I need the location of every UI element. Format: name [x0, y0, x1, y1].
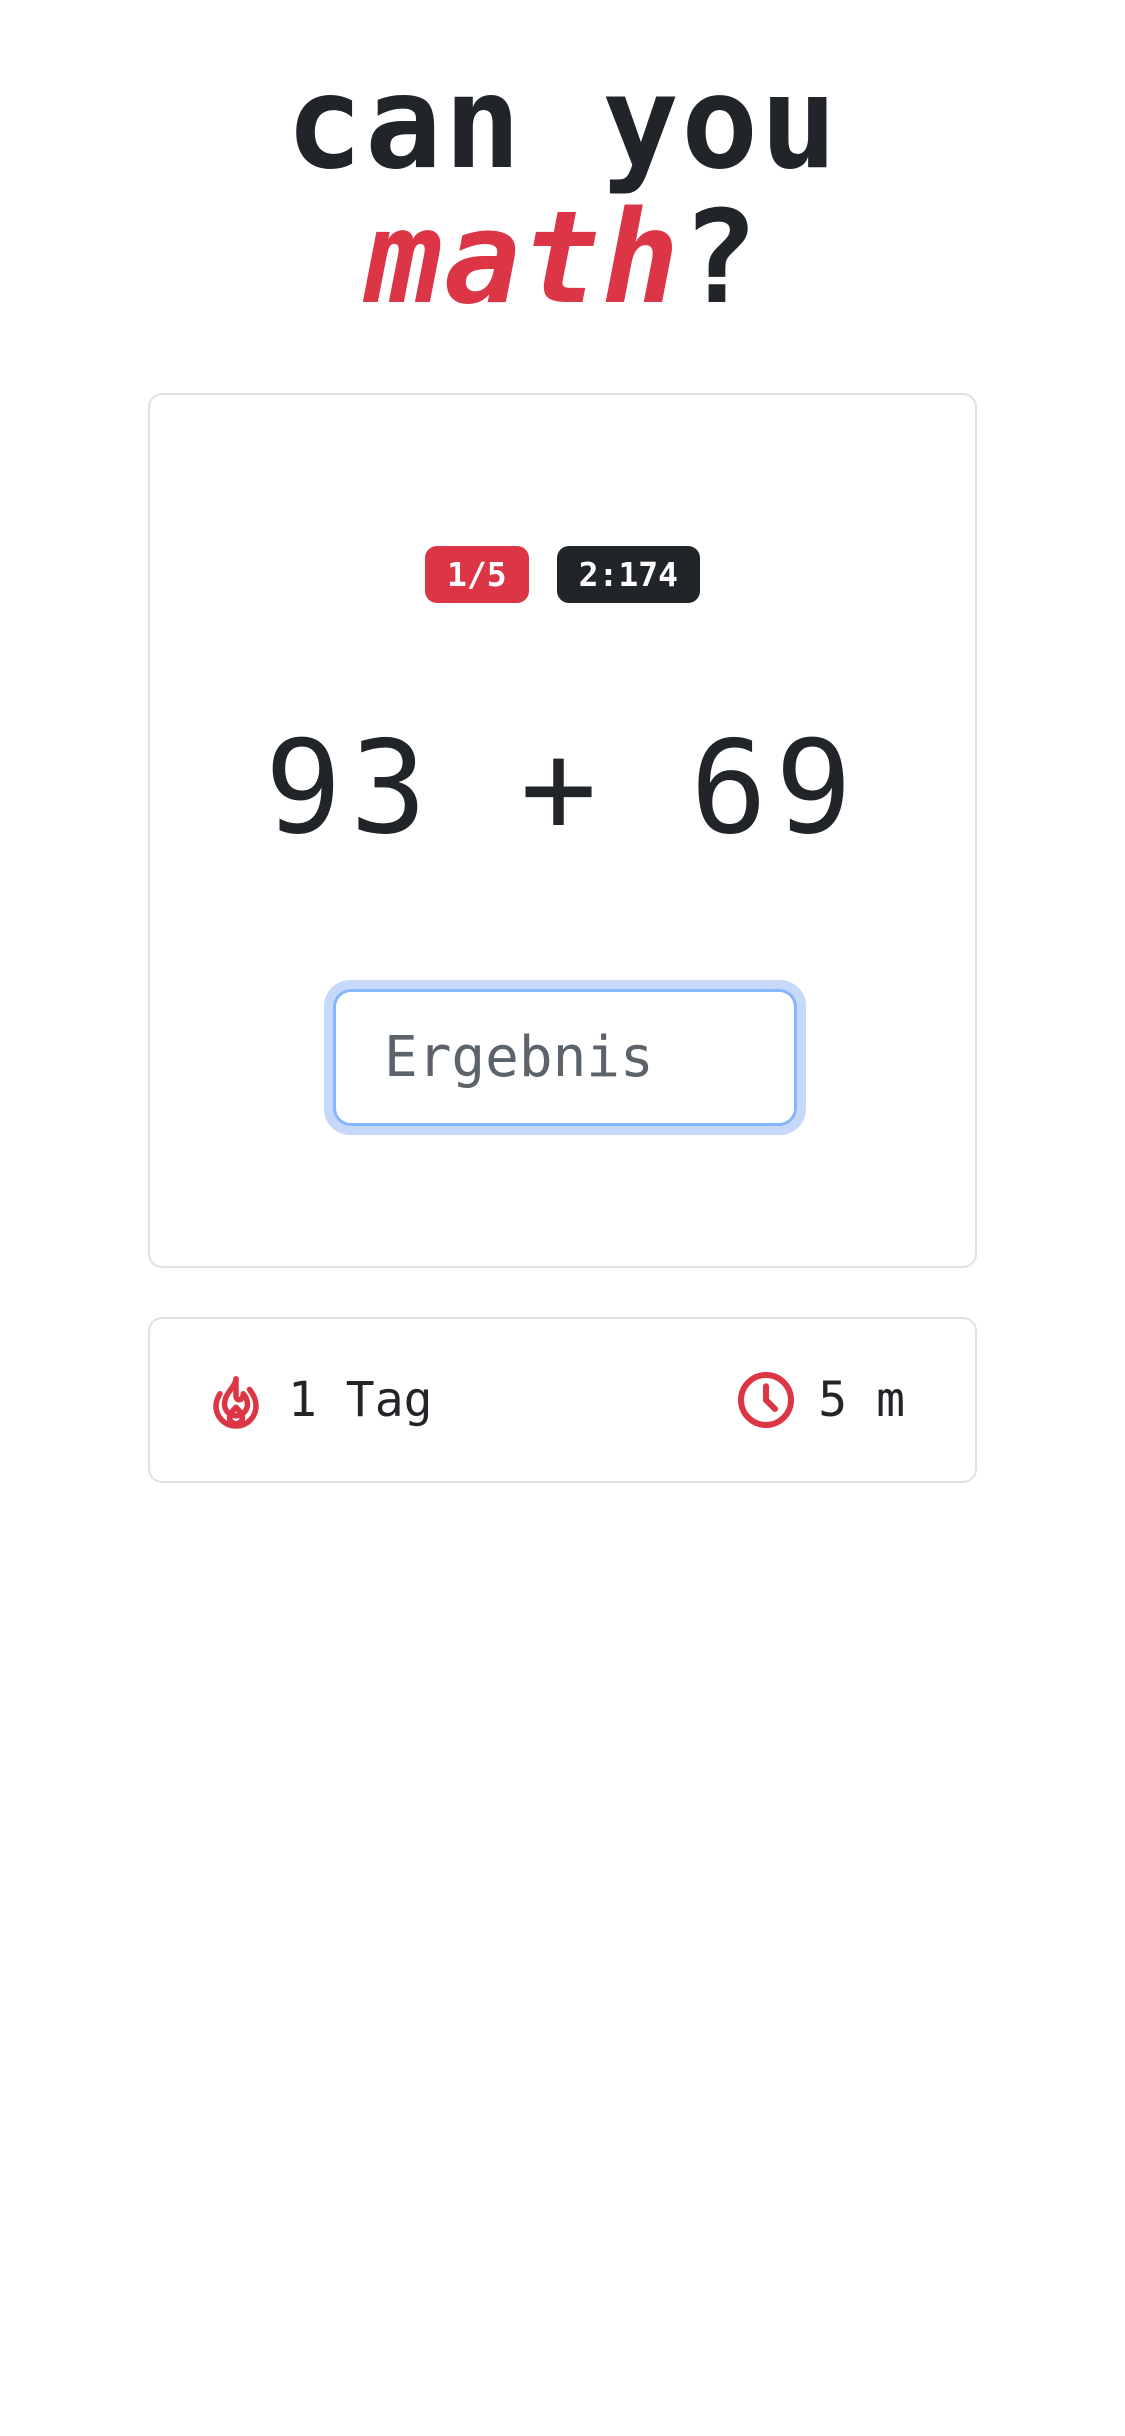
answer-focus-ring [324, 980, 806, 1135]
badge-row: 1/5 2:174 [150, 546, 975, 603]
title-text: can you [285, 49, 840, 198]
streak-stat: 1 Tag [206, 1319, 433, 1481]
math-problem: 93 + 69 [264, 714, 861, 863]
page-title-line1: can you [0, 60, 1125, 188]
streak-text: 1 Tag [288, 1372, 433, 1428]
stats-card: 1 Tag 5 m [148, 1317, 977, 1483]
time-stat: 5 m [736, 1319, 905, 1481]
page-title-line2: math? [0, 195, 1125, 323]
time-text: 5 m [818, 1372, 905, 1428]
flame-icon [213, 1376, 259, 1429]
progress-badge: 1/5 [425, 546, 529, 603]
timer-badge: 2:174 [556, 546, 700, 603]
game-card: 1/5 2:174 93 + 69 [148, 393, 977, 1268]
title-accent-word: math [364, 184, 682, 333]
answer-input[interactable] [333, 989, 797, 1126]
title-question-mark: ? [681, 184, 761, 333]
clock-icon [738, 1372, 795, 1428]
